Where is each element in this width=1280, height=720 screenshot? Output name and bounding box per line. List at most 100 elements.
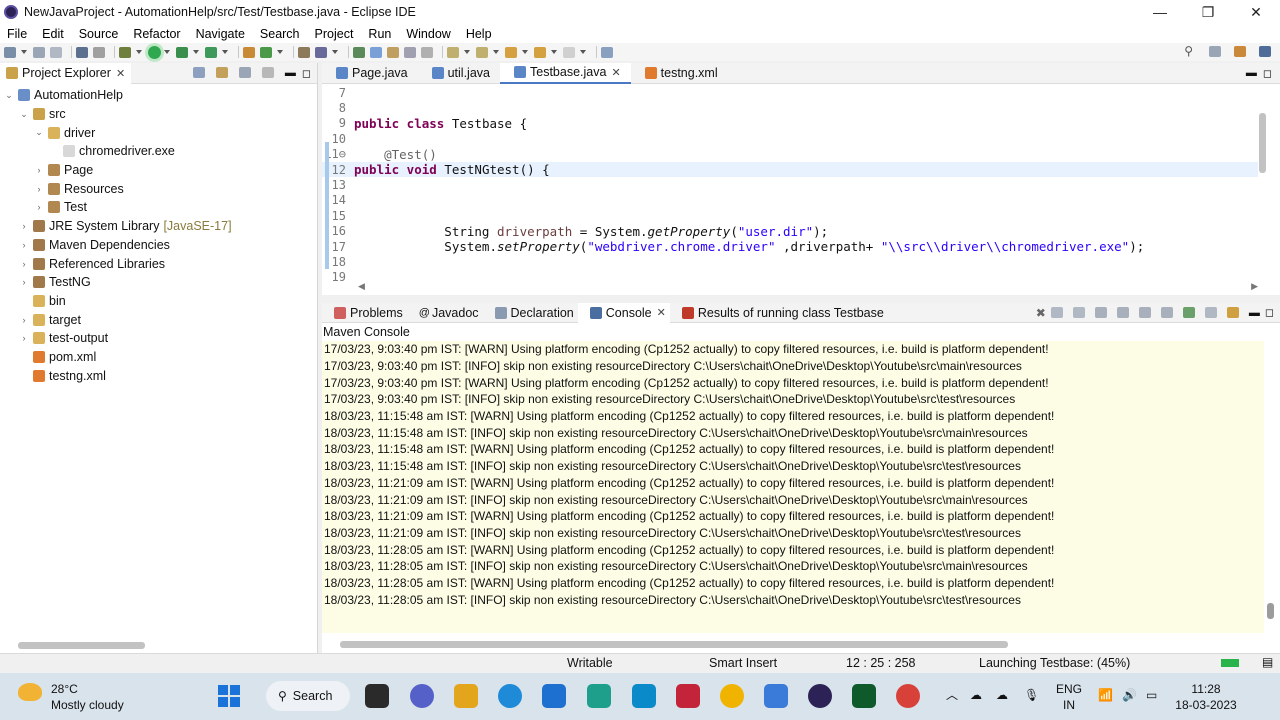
next-annotation-dropdown-icon[interactable] [464,50,470,54]
wifi-icon[interactable]: 📶 [1098,687,1113,703]
view-menu-icon[interactable] [261,67,274,78]
tree-item[interactable]: pom.xml [0,348,317,367]
progress-details-icon[interactable]: ▤ [1262,655,1273,669]
task-view-icon[interactable] [365,684,389,708]
java-ee-perspective-icon[interactable] [1234,45,1246,57]
collapse-all-icon[interactable] [192,67,205,78]
app-l-icon[interactable] [587,684,611,708]
menu-run[interactable]: Run [361,27,399,41]
tree-item[interactable]: › Page [0,161,317,180]
expand-toggle-icon[interactable]: › [19,277,29,287]
mcafee-icon[interactable] [676,684,700,708]
open-console-icon[interactable] [1226,307,1239,318]
show-hidden-icons[interactable]: ︿ [946,687,958,703]
new-dropdown-icon[interactable] [21,50,27,54]
menu-navigate[interactable]: Navigate [189,27,253,41]
taskbar-search[interactable]: ⚲ Search [266,681,350,711]
tree-item[interactable]: › Resources [0,179,317,198]
scroll-lock-icon[interactable] [1116,307,1129,318]
horizontal-scrollbar[interactable] [18,642,145,649]
expand-toggle-icon[interactable]: › [34,202,44,212]
menu-source[interactable]: Source [72,27,127,41]
tab-problems[interactable]: Problems [322,303,407,323]
tree-item[interactable]: ⌄ AutomationHelp [0,86,317,105]
weather-icon[interactable] [18,683,42,701]
code-line[interactable]: 15 [322,208,1258,223]
terminal-icon[interactable] [76,46,88,58]
remove-launch-icon[interactable] [1050,307,1063,318]
back-dropdown-icon[interactable] [551,50,557,54]
search-toolbar-icon[interactable] [315,46,327,58]
expand-toggle-icon[interactable]: ⌄ [4,90,14,101]
run-dropdown-icon[interactable] [164,50,170,54]
open-perspective-icon[interactable] [1209,45,1221,57]
java-perspective-icon[interactable] [1259,45,1271,57]
clock[interactable]: 11:28 18-03-2023 [1174,681,1238,713]
save-icon[interactable] [33,46,45,58]
filter-icon[interactable] [238,67,251,78]
expand-toggle-icon[interactable]: › [19,221,29,231]
tree-item[interactable]: › TestNG [0,273,317,292]
start-button[interactable] [218,685,240,707]
menu-refactor[interactable]: Refactor [126,27,188,41]
code-line[interactable]: 12 public void TestNGtest() { [322,162,1258,178]
save-all-icon[interactable] [50,46,62,58]
console-vertical-scrollbar[interactable] [1267,603,1274,619]
pin-console-icon[interactable] [1182,307,1195,318]
close-icon[interactable]: ✕ [611,66,620,79]
search-icon[interactable]: ⚲ [1184,44,1193,58]
minimize-button[interactable]: — [1136,0,1184,24]
minimize-view-icon[interactable]: ▬ [1249,307,1260,319]
editor-horizontal-scrollbar[interactable]: ◀ ▶ [358,281,1258,292]
tree-item[interactable]: ⌄ src [0,105,317,124]
battery-icon[interactable]: ▭ [1146,687,1157,703]
back-icon[interactable] [534,46,546,58]
tree-item[interactable]: bin [0,292,317,311]
word-wrap-icon[interactable] [1138,307,1151,318]
code-line[interactable]: 14 [322,193,1258,208]
tab-declaration[interactable]: Declaration [483,303,578,323]
expand-toggle-icon[interactable]: › [19,259,29,269]
forward-dropdown-icon[interactable] [580,50,586,54]
last-edit-dropdown-icon[interactable] [522,50,528,54]
scroll-right-icon[interactable]: ▶ [1251,281,1258,292]
menu-search[interactable]: Search [253,27,308,41]
block-selection-icon[interactable] [387,46,399,58]
language-indicator[interactable]: ENG IN [1056,681,1082,713]
external-tools-dropdown-icon[interactable] [222,50,228,54]
menu-help[interactable]: Help [459,27,500,41]
tree-item[interactable]: chromedriver.exe [0,142,317,161]
menu-window[interactable]: Window [399,27,458,41]
tree-item[interactable]: › target [0,310,317,329]
tab-testng-results[interactable]: Results of running class Testbase [670,303,888,323]
forward-icon[interactable] [563,46,575,58]
expand-toggle-icon[interactable]: › [34,184,44,194]
app-blue-icon[interactable] [764,684,788,708]
code-line[interactable]: 17 System.setProperty("webdriver.chrome.… [322,239,1258,254]
pilcrow-icon[interactable] [421,46,433,58]
expand-toggle-icon[interactable]: ⌄ [19,109,29,120]
search-dropdown-icon[interactable] [332,50,338,54]
close-icon[interactable]: ✕ [116,67,125,80]
previous-annotation-icon[interactable] [476,46,488,58]
microphone-icon[interactable]: 🎙 [1024,687,1039,703]
menu-file[interactable]: File [0,27,35,41]
code-line[interactable]: 11⊖ @Test() [322,147,1258,162]
task-icon[interactable] [353,46,365,58]
close-window-button[interactable]: ✕ [1232,0,1280,24]
tree-item[interactable]: › Test [0,198,317,217]
show-on-output-icon[interactable] [1160,307,1173,318]
close-icon[interactable]: ✕ [657,306,666,319]
expand-toggle-icon[interactable]: › [19,240,29,250]
tab-util-java[interactable]: util.java [418,63,500,84]
tab-testbase-java[interactable]: Testbase.java ✕ [500,62,631,84]
previous-annotation-dropdown-icon[interactable] [493,50,499,54]
tree-item[interactable]: › test-output [0,329,317,348]
tree-item[interactable]: ⌄ driver [0,123,317,142]
mark-occurrences-icon[interactable] [370,46,382,58]
code-line[interactable]: 13 [322,177,1258,192]
code-line[interactable]: 16 String driverpath = System.getPropert… [322,224,1258,239]
chrome-icon[interactable] [896,684,920,708]
code-line[interactable]: 10 [322,131,1258,146]
show-whitespace-icon[interactable] [404,46,416,58]
